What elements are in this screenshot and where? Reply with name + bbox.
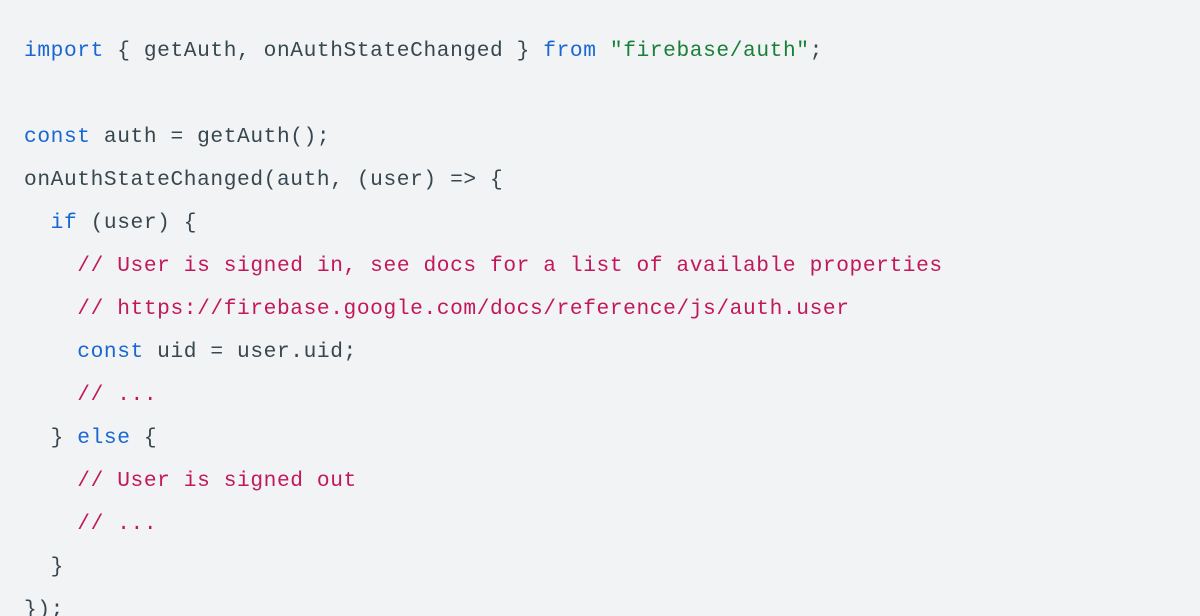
- code-token: { getAuth, onAuthStateChanged }: [104, 39, 543, 63]
- code-token: ;: [810, 39, 823, 63]
- code-token: const: [24, 125, 91, 149]
- code-token: (user) {: [77, 211, 197, 235]
- code-token: [24, 512, 77, 536]
- code-token: }: [24, 555, 64, 579]
- code-token: [24, 254, 77, 278]
- code-token: [24, 297, 77, 321]
- code-token: else: [77, 426, 130, 450]
- code-token: onAuthStateChanged(auth, (user) => {: [24, 168, 503, 192]
- code-block[interactable]: import { getAuth, onAuthStateChanged } f…: [0, 0, 1200, 616]
- code-token: [24, 211, 51, 235]
- code-token: if: [51, 211, 78, 235]
- code-token: uid = user.uid;: [144, 340, 357, 364]
- code-token: auth = getAuth();: [91, 125, 331, 149]
- code-token: });: [24, 598, 64, 616]
- code-token: const: [77, 340, 144, 364]
- code-token: from: [543, 39, 596, 63]
- code-token: [24, 383, 77, 407]
- code-token: // https://firebase.google.com/docs/refe…: [77, 297, 849, 321]
- code-token: {: [131, 426, 158, 450]
- code-token: // ...: [77, 383, 157, 407]
- code-token: // User is signed out: [77, 469, 357, 493]
- code-token: "firebase/auth": [610, 39, 810, 63]
- code-token: }: [24, 426, 77, 450]
- code-token: [24, 469, 77, 493]
- code-token: // ...: [77, 512, 157, 536]
- code-token: import: [24, 39, 104, 63]
- code-token: [597, 39, 610, 63]
- code-content: import { getAuth, onAuthStateChanged } f…: [24, 39, 943, 616]
- code-token: [24, 340, 77, 364]
- code-token: // User is signed in, see docs for a lis…: [77, 254, 942, 278]
